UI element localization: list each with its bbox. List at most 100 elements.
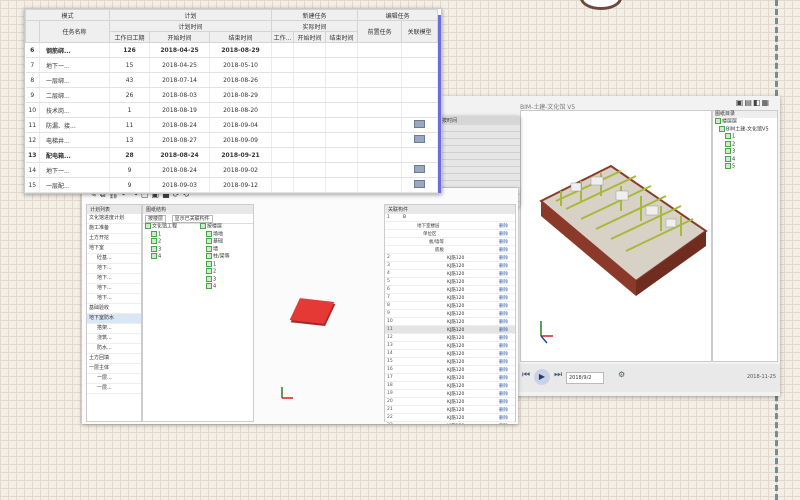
table-row[interactable]: 5 KJ筋120 删除: [385, 277, 515, 286]
link-model-cell[interactable]: [401, 147, 439, 163]
tree-node[interactable]: 墙: [198, 245, 253, 254]
delete-link[interactable]: 删除: [497, 421, 515, 424]
checkbox-icon[interactable]: [206, 283, 212, 289]
link-model-cell[interactable]: [401, 57, 439, 73]
settings-icon[interactable]: ⚙: [618, 370, 625, 379]
list-item[interactable]: 搭架...: [87, 324, 141, 334]
list-item[interactable]: 一层主体: [87, 364, 141, 374]
tab-edit-task[interactable]: 编辑任务: [357, 9, 439, 21]
tree-node[interactable]: 2: [143, 238, 193, 246]
table-row[interactable]: 地下室楼层 删除: [385, 221, 515, 230]
col-end[interactable]: 结束时间: [209, 31, 273, 43]
model-link-icon[interactable]: [414, 120, 426, 128]
list-item[interactable]: 地下室防水: [87, 314, 141, 324]
checkbox-icon[interactable]: [725, 140, 731, 147]
rewind-icon[interactable]: ⏮: [522, 370, 530, 380]
delete-link[interactable]: 删除: [497, 373, 515, 382]
table-row[interactable]: 8 一层绑... 43 2018-07-14 2018-08-26: [25, 72, 439, 88]
checkbox-icon[interactable]: [206, 245, 212, 252]
table-row[interactable]: 11 防漏、接... 11 2018-08-24 2018-09-04: [25, 117, 439, 133]
checkbox-icon[interactable]: [151, 230, 157, 237]
tree-node[interactable]: 按楼层: [198, 223, 253, 231]
model-link-icon[interactable]: [414, 135, 426, 143]
tree-node[interactable]: 场地: [198, 230, 253, 239]
structure-tree-1[interactable]: 文化馆工程 1 2 3 4: [143, 223, 193, 261]
table-row[interactable]: 13 KJ筋120 删除: [385, 341, 515, 350]
checkbox-icon[interactable]: [725, 148, 731, 154]
table-row[interactable]: 21 KJ筋120 删除: [385, 405, 515, 414]
table-row[interactable]: 17 KJ筋120 删除: [385, 373, 515, 382]
play-button[interactable]: ▶: [534, 369, 550, 385]
list-item[interactable]: 砼基...: [87, 254, 141, 264]
list-item[interactable]: 地下室: [87, 244, 141, 254]
catalog-tree[interactable]: 楼层层 BIM土建-文化馆V5 1 2 3 4 5: [713, 118, 777, 171]
tree-node[interactable]: 1: [713, 133, 777, 141]
table-row[interactable]: 6 KJ筋120 删除: [385, 285, 515, 294]
model-link-icon[interactable]: [414, 180, 426, 188]
tree-node[interactable]: BIM土建-文化馆V5: [713, 125, 777, 134]
table-row[interactable]: 8 KJ筋120 删除: [385, 301, 515, 310]
table-row[interactable]: 7 地下一... 15 2018-04-25 2018-05-10: [25, 57, 439, 73]
delete-link[interactable]: 删除: [497, 261, 515, 270]
checkbox-icon[interactable]: [145, 223, 151, 229]
delete-link[interactable]: 删除: [497, 349, 515, 358]
checkbox-icon[interactable]: [151, 253, 157, 259]
delete-link[interactable]: 删除: [497, 301, 515, 310]
col-actual-start[interactable]: 开始时间: [293, 31, 327, 43]
tab-new-task[interactable]: 新建任务: [271, 9, 359, 21]
link-model-cell[interactable]: [401, 102, 439, 118]
table-row[interactable]: 9 二层绑... 26 2018-08-03 2018-08-29: [25, 87, 439, 103]
link-model-cell[interactable]: [401, 42, 439, 58]
col-actual-work[interactable]: 工作...: [271, 31, 295, 43]
list-item[interactable]: 基础验收: [87, 304, 141, 314]
delete-link[interactable]: 删除: [497, 245, 515, 254]
list-item[interactable]: 防水...: [87, 344, 141, 354]
checkbox-icon[interactable]: [151, 245, 157, 252]
table-row[interactable]: 6 钢筋绑... 126 2018-04-25 2018-08-29: [25, 42, 439, 58]
tree-node[interactable]: 5: [713, 163, 777, 171]
checkbox-icon[interactable]: [725, 155, 731, 162]
tree-node[interactable]: 4: [198, 283, 253, 291]
table-row[interactable]: 4 KJ筋120 删除: [385, 269, 515, 278]
checkbox-icon[interactable]: [151, 238, 157, 244]
delete-link[interactable]: 删除: [497, 253, 515, 262]
list-item[interactable]: 地下...: [87, 264, 141, 274]
delete-link[interactable]: 删除: [497, 293, 515, 302]
selected-component-highlight[interactable]: [289, 298, 335, 324]
list-item[interactable]: 一层...: [87, 384, 141, 394]
checkbox-icon[interactable]: [206, 260, 212, 267]
table-row[interactable]: 22 KJ筋120 删除: [385, 413, 515, 422]
delete-link[interactable]: 删除: [497, 325, 515, 334]
list-item[interactable]: 施工准备: [87, 224, 141, 234]
structure-tree-2[interactable]: 按楼层 场地 基础墙柱/梁等 1 2 3 4: [198, 223, 253, 291]
table-row[interactable]: 2 KJ筋120 删除: [385, 253, 515, 262]
linked-components-table[interactable]: 1 B 地下室楼层 删除 单位区 删除 板/墙等 删除 底板 删除 2 KJ筋120 删除 3 KJ筋120…: [385, 214, 515, 424]
list-item[interactable]: 浇筑...: [87, 334, 141, 344]
table-row[interactable]: 15 KJ筋120 删除: [385, 357, 515, 366]
list-item[interactable]: 一层...: [87, 374, 141, 384]
table-row[interactable]: 12 电梯井... 13 2018-08-27 2018-09-09: [25, 132, 439, 148]
tab-plan[interactable]: 计划: [109, 9, 273, 21]
delete-link[interactable]: 删除: [497, 221, 515, 230]
tree-node[interactable]: 4: [713, 155, 777, 164]
fast-forward-icon[interactable]: ⏭: [554, 370, 562, 380]
model-3d-canvas[interactable]: [520, 110, 712, 362]
plan-list[interactable]: 文化馆进度计划 施工准备 土方开挖 地下室 砼基... 地下... 地下... 地下... 地下…: [87, 214, 141, 394]
table-row[interactable]: 1B: [385, 214, 515, 222]
col-task-name[interactable]: 任务名称: [38, 20, 111, 43]
table-row[interactable]: 14 KJ筋120 删除: [385, 349, 515, 358]
checkbox-icon[interactable]: [206, 268, 212, 274]
list-item[interactable]: 土方回填: [87, 354, 141, 364]
delete-link[interactable]: 删除: [497, 285, 515, 294]
table-row[interactable]: 18 KJ筋120 删除: [385, 381, 515, 390]
tree-node[interactable]: 3: [198, 275, 253, 284]
col-workdays[interactable]: 工作日工期: [109, 31, 151, 43]
table-row[interactable]: 10 KJ筋120 删除: [385, 317, 515, 326]
checkbox-icon[interactable]: [206, 230, 212, 237]
delete-link[interactable]: [497, 214, 515, 222]
delete-link[interactable]: 删除: [497, 413, 515, 422]
tree-node[interactable]: 3: [713, 148, 777, 156]
table-row[interactable]: 13 配电箱... 28 2018-08-24 2018-09-21: [25, 147, 439, 163]
table-row[interactable]: 19 KJ筋120 删除: [385, 389, 515, 398]
tree-node[interactable]: 1: [198, 260, 253, 269]
